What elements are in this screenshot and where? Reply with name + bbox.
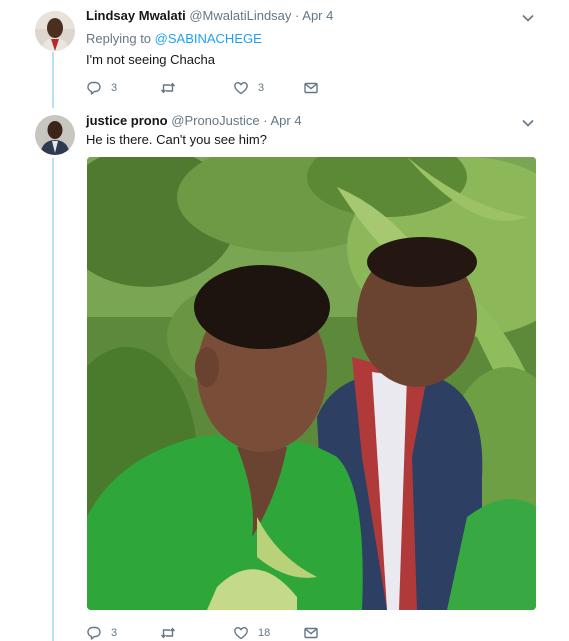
tweet-header: justice prono @PronoJustice · Apr 4	[86, 113, 302, 129]
retweet-button[interactable]	[160, 80, 185, 96]
reply-button[interactable]: 3	[86, 625, 117, 641]
like-button[interactable]: 18	[233, 625, 270, 641]
like-count: 3	[258, 82, 265, 94]
tweet-header: Lindsay Mwalati @MwalatiLindsay · Apr 4	[86, 8, 333, 24]
tweet-actions: 3 18	[86, 625, 346, 641]
reply-count: 3	[111, 627, 118, 639]
avatar[interactable]	[35, 11, 75, 51]
tweet-actions: 3 3	[86, 80, 346, 98]
direct-message-button[interactable]	[303, 80, 319, 96]
separator: ·	[263, 113, 268, 128]
reply-count: 3	[111, 82, 118, 94]
message-icon	[304, 627, 318, 639]
message-icon	[304, 82, 318, 94]
retweet-icon	[160, 627, 176, 639]
tweet-date[interactable]: Apr 4	[270, 113, 301, 128]
like-icon	[234, 626, 248, 640]
tweet-text: I'm not seeing Chacha	[86, 52, 215, 67]
retweet-button[interactable]	[160, 625, 185, 641]
tweet-lindsay[interactable]: Lindsay Mwalati @MwalatiLindsay · Apr 4 …	[0, 0, 569, 105]
display-name[interactable]: Lindsay Mwalati	[86, 8, 186, 23]
display-name[interactable]: justice prono	[86, 113, 168, 128]
avatar[interactable]	[35, 115, 75, 155]
separator: ·	[295, 8, 300, 23]
tweet-date[interactable]: Apr 4	[302, 8, 333, 23]
like-icon	[234, 81, 248, 95]
retweet-icon	[160, 82, 176, 94]
user-handle[interactable]: @MwalatiLindsay	[189, 8, 291, 23]
like-button[interactable]: 3	[233, 80, 264, 96]
chevron-down-icon[interactable]	[521, 116, 535, 130]
like-count: 18	[258, 627, 271, 639]
reply-icon	[87, 626, 101, 640]
user-handle[interactable]: @PronoJustice	[171, 113, 259, 128]
chevron-down-icon[interactable]	[521, 11, 535, 25]
direct-message-button[interactable]	[303, 625, 319, 641]
reply-button[interactable]: 3	[86, 80, 117, 96]
replying-mention-link[interactable]: @SABINACHEGE	[155, 31, 262, 46]
replying-to: Replying to @SABINACHEGE	[86, 31, 262, 47]
reply-icon	[87, 81, 101, 95]
tweet-photo[interactable]	[87, 157, 536, 610]
replying-prefix: Replying to	[86, 31, 155, 46]
tweet-text: He is there. Can't you see him?	[86, 132, 267, 147]
